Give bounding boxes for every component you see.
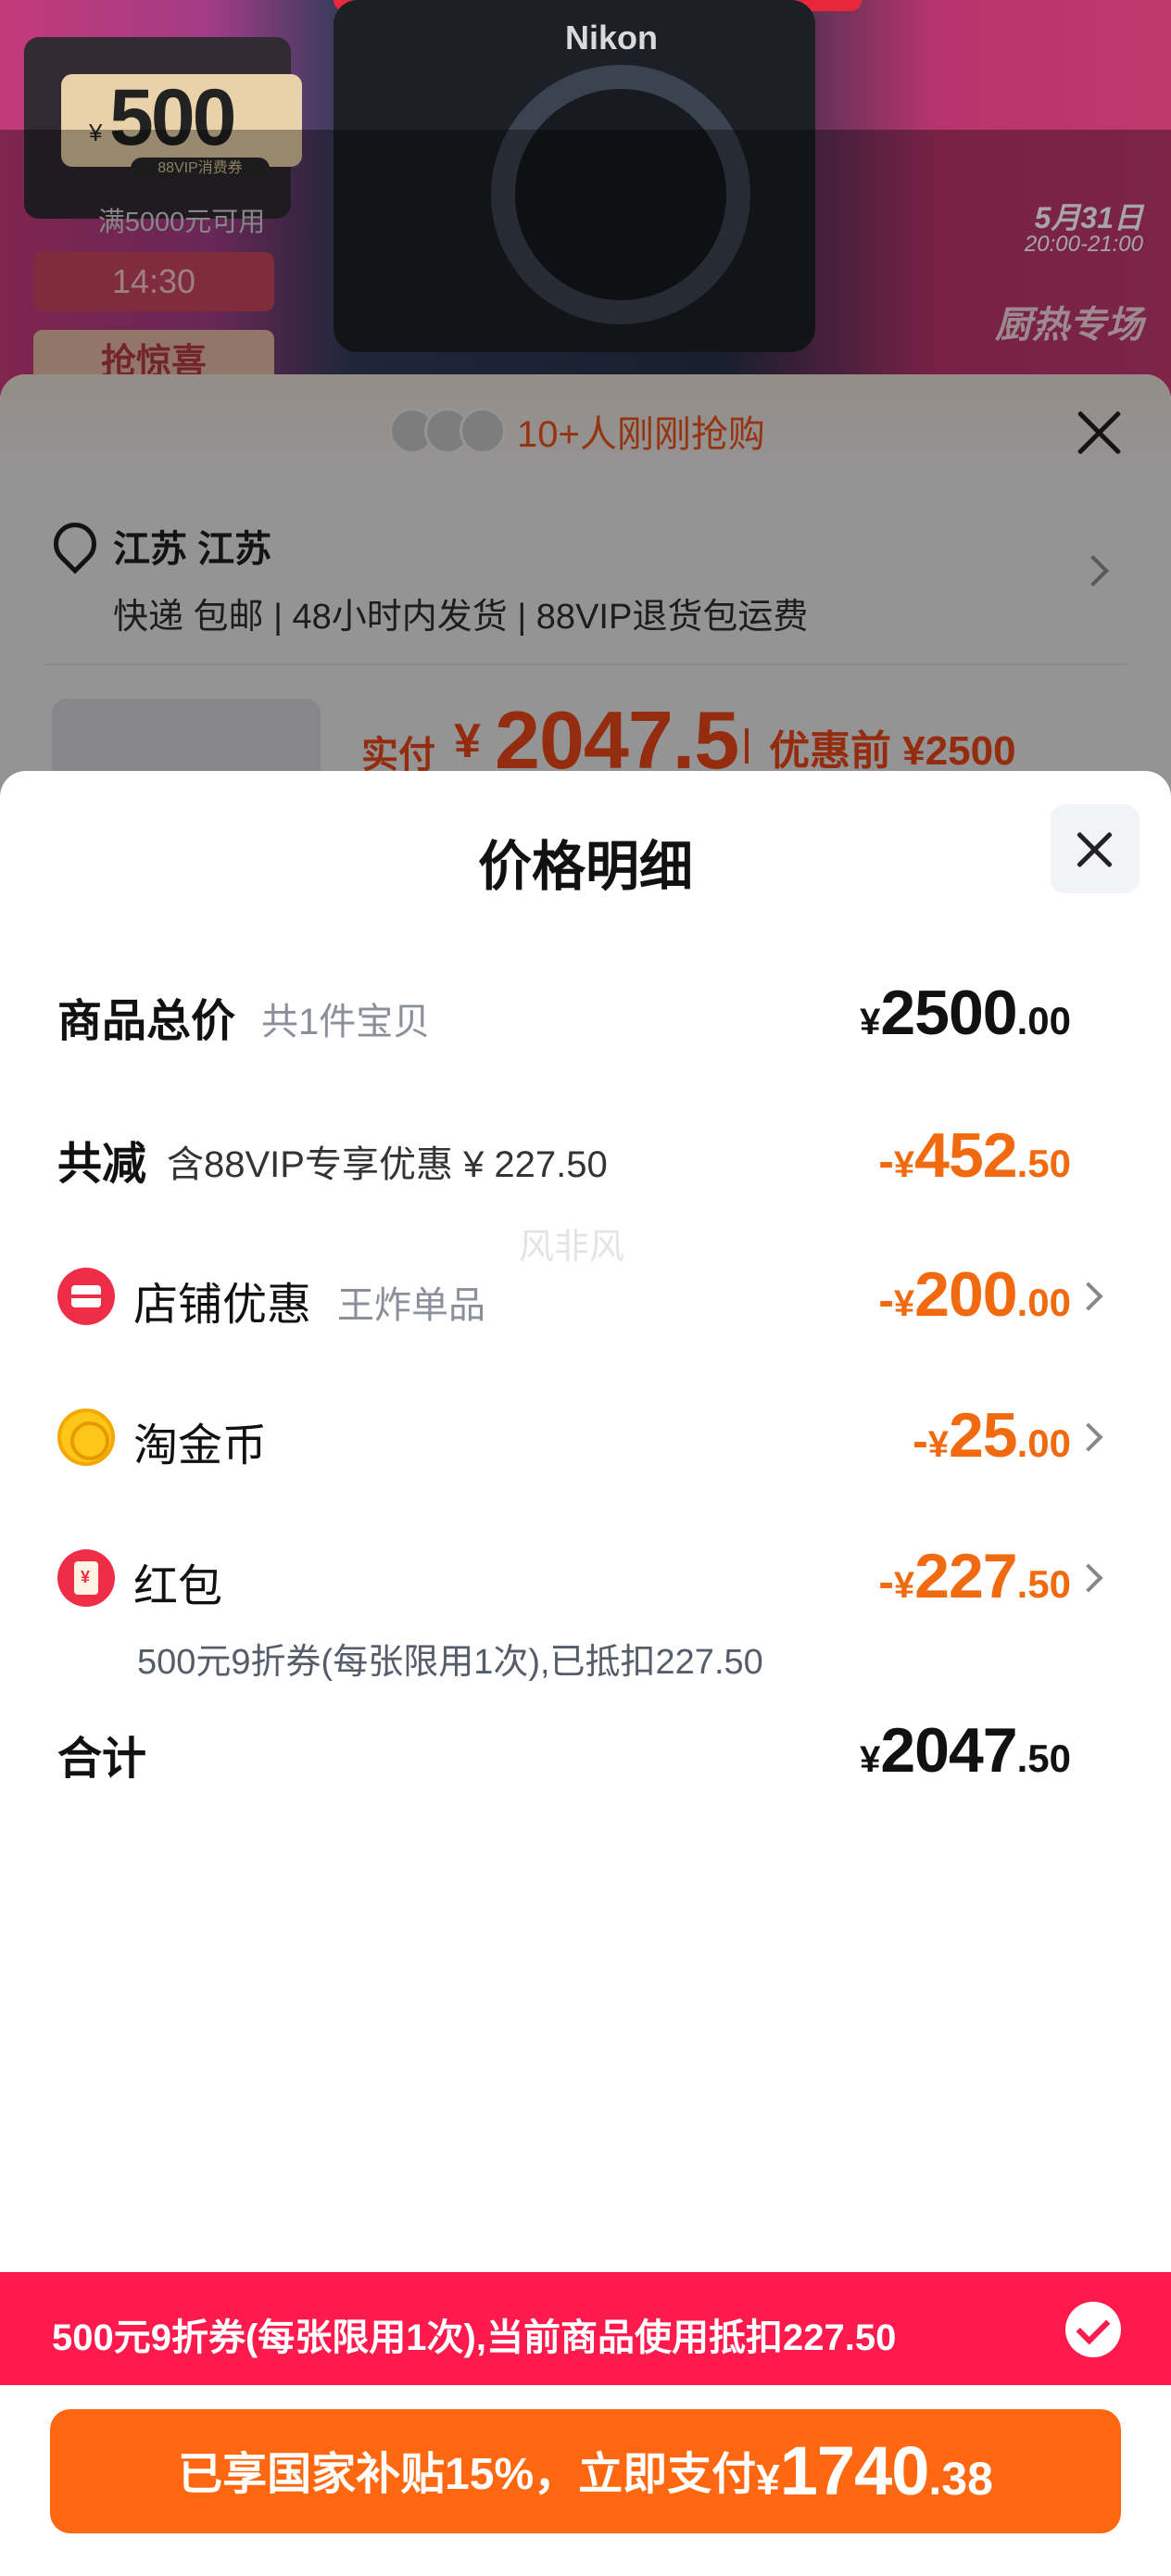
shop-discount-note: 王炸单品: [337, 1285, 485, 1326]
amount-integer: 2500: [880, 978, 1017, 1048]
yen-sign: ¥: [893, 1283, 915, 1324]
amount-integer: 452: [914, 1120, 1017, 1191]
check-circle-icon[interactable]: [1065, 2302, 1121, 2357]
chevron-right-icon[interactable]: [1074, 1282, 1103, 1311]
amount-decimal: .50: [1016, 1142, 1071, 1185]
yen-sign: ¥: [860, 1002, 881, 1042]
total-price-label: 商品总价: [57, 997, 236, 1046]
amount-integer: 2047: [880, 1715, 1017, 1786]
red-packet-icon: [57, 1549, 115, 1607]
camera-brand: Nikon: [565, 19, 659, 57]
red-packet-detail: 500元9折券(每张限用1次),已抵扣227.50: [137, 1643, 763, 1682]
coin-label[interactable]: 淘金币: [133, 1408, 267, 1473]
total-price-value: ¥2500.00: [860, 977, 1071, 1049]
minus-sign: -: [878, 1274, 894, 1326]
amount-integer: 200: [914, 1259, 1017, 1330]
chevron-right-icon[interactable]: [1074, 1422, 1103, 1452]
amount-decimal: .00: [1016, 1281, 1071, 1324]
yen-sign: ¥: [927, 1424, 949, 1465]
coin-icon: [57, 1408, 115, 1466]
amount-integer: 227: [914, 1541, 1017, 1611]
yen-sign: ¥: [893, 1565, 915, 1606]
amount-integer: 1740: [779, 2432, 930, 2509]
coupon-applied-text: 500元9折券(每张限用1次),当前商品使用抵扣227.50: [52, 2317, 897, 2358]
amount-decimal: .00: [1016, 1421, 1071, 1465]
shop-icon: [57, 1268, 115, 1325]
shop-discount-label[interactable]: 店铺优惠: [133, 1268, 311, 1332]
chevron-right-icon[interactable]: [1074, 1563, 1103, 1593]
red-packet-label[interactable]: 红包: [133, 1549, 222, 1614]
minus-sign: -: [878, 1556, 894, 1608]
vip-discount-note: 含88VIP专享优惠 ¥ 227.50: [167, 1144, 608, 1185]
yen-sign: ¥: [893, 1144, 915, 1185]
minus-sign: -: [878, 1135, 894, 1187]
amount-decimal: .50: [1016, 1736, 1071, 1780]
coupon-applied-bar[interactable]: 500元9折券(每张限用1次),当前商品使用抵扣227.50: [0, 2272, 1171, 2385]
amount-decimal: .00: [1016, 999, 1071, 1042]
yen-sign: ¥: [860, 1739, 881, 1780]
minus-sign: -: [913, 1415, 928, 1467]
coin-discount-value[interactable]: -¥25.00: [913, 1399, 1071, 1471]
shop-discount-value[interactable]: -¥200.00: [878, 1258, 1071, 1331]
close-button[interactable]: [1051, 804, 1140, 893]
sheet-title: 价格明细: [477, 837, 693, 897]
red-packet-value[interactable]: -¥227.50: [878, 1540, 1071, 1612]
watermark: 风非风: [519, 1228, 625, 1267]
total-discount-value: -¥452.50: [878, 1119, 1071, 1192]
amount-decimal: .50: [1016, 1562, 1071, 1606]
pay-now-button[interactable]: 已享国家补贴15%，立即支付¥1740.38: [50, 2409, 1121, 2533]
item-count: 共1件宝贝: [261, 1002, 431, 1042]
pay-button-label: 已享国家补贴15%，立即支付: [178, 2450, 757, 2499]
total-discount-label: 共减: [57, 1140, 147, 1189]
yen-sign: ¥: [756, 2456, 780, 2504]
sum-value: ¥2047.50: [860, 1714, 1071, 1787]
amount-integer: 25: [948, 1400, 1018, 1471]
amount-decimal: .38: [928, 2453, 993, 2505]
sum-label: 合计: [57, 1735, 147, 1784]
